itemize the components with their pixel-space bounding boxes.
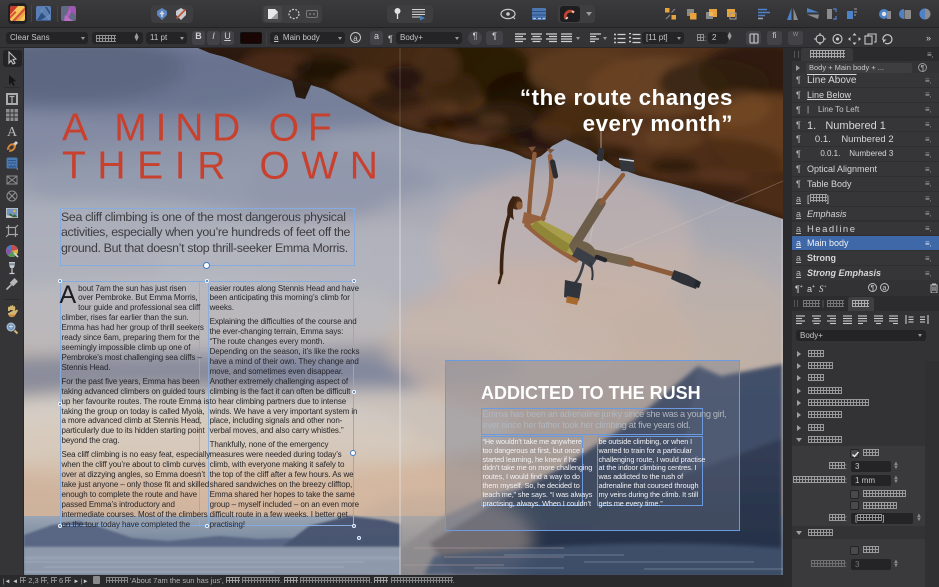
svg-text:every month”: every month”: [583, 111, 733, 136]
svg-text:A MIND OF: A MIND OF: [62, 107, 341, 150]
svg-text:“the route changes: “the route changes: [520, 85, 733, 110]
svg-text:A: A: [7, 125, 18, 138]
svg-text:THEIR OWN: THEIR OWN: [62, 145, 390, 188]
